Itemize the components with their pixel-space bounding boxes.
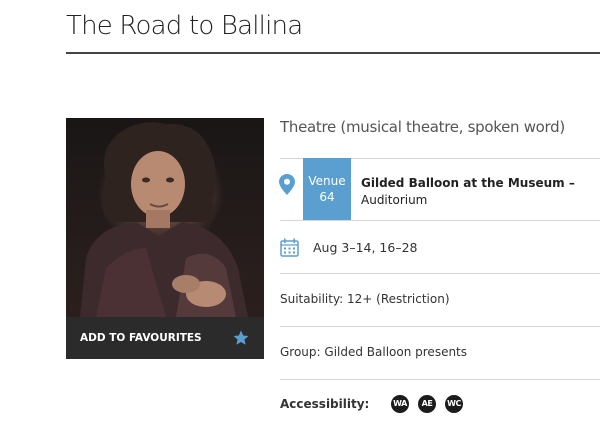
calendar-icon bbox=[280, 238, 299, 257]
page-title: The Road to Ballina bbox=[66, 11, 303, 41]
venue-number-badge[interactable]: Venue 64 bbox=[303, 158, 351, 220]
access-enhanced-icon: AE bbox=[418, 395, 436, 413]
venue-badge-word: Venue bbox=[308, 174, 346, 188]
divider bbox=[280, 379, 600, 380]
map-pin-icon bbox=[279, 174, 295, 195]
title-divider bbox=[66, 52, 600, 54]
wheelchair-compatible-icon: WC bbox=[445, 395, 463, 413]
venue-name-line1: Gilded Balloon at the Museum – bbox=[361, 176, 575, 190]
suitability-text: Suitability: 12+ (Restriction) bbox=[280, 292, 450, 306]
star-icon[interactable] bbox=[232, 329, 250, 347]
show-photo bbox=[66, 118, 264, 317]
venue-name[interactable]: Gilded Balloon at the Museum – Auditoriu… bbox=[361, 175, 575, 209]
performer-portrait-image bbox=[80, 122, 248, 317]
accessibility-label: Accessibility: bbox=[280, 397, 370, 411]
show-genre: Theatre (musical theatre, spoken word) bbox=[280, 118, 565, 136]
wheelchair-access-icon: WA bbox=[391, 395, 409, 413]
add-to-favourites-label: ADD TO FAVOURITES bbox=[80, 332, 202, 344]
divider bbox=[280, 326, 600, 327]
venue-badge-number: 64 bbox=[319, 190, 335, 204]
divider bbox=[280, 220, 600, 221]
venue-name-line2: Auditorium bbox=[361, 193, 428, 207]
group-text: Group: Gilded Balloon presents bbox=[280, 345, 468, 359]
add-to-favourites-button[interactable]: ADD TO FAVOURITES bbox=[66, 317, 264, 359]
divider bbox=[280, 273, 600, 274]
show-dates: Aug 3–14, 16–28 bbox=[313, 240, 418, 255]
